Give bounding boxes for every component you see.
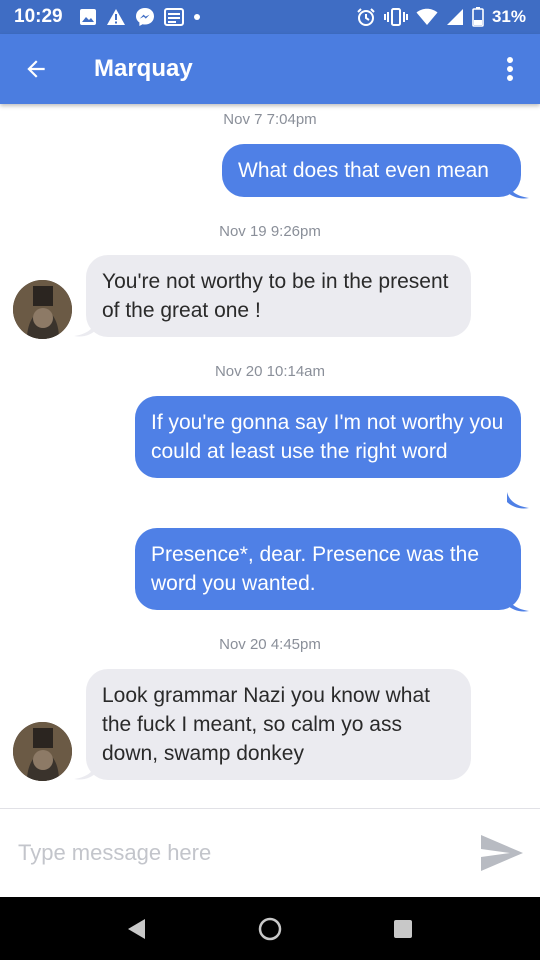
news-icon <box>163 8 184 26</box>
message-timestamp: Nov 20 4:45pm <box>219 636 321 653</box>
outgoing-bubble-tail <box>507 595 529 612</box>
incoming-message[interactable]: Look grammar Nazi you know what the fuck… <box>86 669 471 780</box>
message-input[interactable] <box>18 840 448 866</box>
alarm-icon <box>357 8 375 26</box>
app-bar: Marquay <box>0 34 540 104</box>
message-timestamp: Nov 7 7:04pm <box>223 111 317 128</box>
message-timestamp: Nov 19 9:26pm <box>219 223 321 240</box>
avatar-photo <box>13 722 72 781</box>
notification-icons <box>79 7 201 27</box>
back-button[interactable] <box>0 34 72 104</box>
nav-recents-button[interactable] <box>373 899 433 959</box>
arrow-back-icon <box>27 60 45 78</box>
messenger-icon <box>135 8 154 26</box>
vibrate-icon <box>383 8 408 26</box>
battery-icon <box>472 7 484 27</box>
avatar-photo <box>13 280 72 339</box>
incoming-bubble-tail <box>74 763 96 780</box>
message-timestamp: Nov 20 10:14am <box>214 363 326 380</box>
message-list[interactable]: Nov 7 7:04pm What does that even mean No… <box>0 104 540 808</box>
outgoing-message[interactable]: What does that even mean <box>222 144 521 197</box>
nav-back-button[interactable] <box>107 899 167 959</box>
nav-recents-icon <box>394 919 413 938</box>
contact-avatar[interactable] <box>13 722 72 781</box>
incoming-message[interactable]: You're not worthy to be in the present o… <box>86 255 471 337</box>
send-icon <box>481 835 523 871</box>
nav-back-icon <box>127 918 145 939</box>
dot-icon <box>193 14 200 20</box>
status-time: 10:29 <box>14 6 63 27</box>
nav-home-button[interactable] <box>240 899 300 959</box>
battery-percent: 31% <box>491 7 526 26</box>
outgoing-message[interactable]: Presence*, dear. Presence was the word y… <box>135 528 521 610</box>
system-nav-bar <box>0 897 540 960</box>
warning-icon <box>106 9 125 25</box>
image-icon <box>79 9 96 25</box>
contact-avatar[interactable] <box>13 280 72 339</box>
overflow-menu-button[interactable] <box>480 34 540 104</box>
nav-home-icon <box>258 917 282 940</box>
outgoing-bubble-tail <box>507 492 529 509</box>
status-bar: 10:29 31% <box>0 0 540 34</box>
outgoing-message[interactable]: If you're gonna say I'm not worthy you c… <box>135 396 521 478</box>
more-vert-icon <box>507 57 513 81</box>
message-composer <box>0 809 540 897</box>
outgoing-bubble-tail <box>507 182 529 199</box>
incoming-bubble-tail <box>74 320 96 337</box>
signal-icon <box>446 9 463 25</box>
status-right-icons: 31% <box>356 7 526 27</box>
wifi-icon <box>416 8 438 25</box>
send-button[interactable] <box>478 829 526 877</box>
conversation-title: Marquay <box>94 55 193 82</box>
